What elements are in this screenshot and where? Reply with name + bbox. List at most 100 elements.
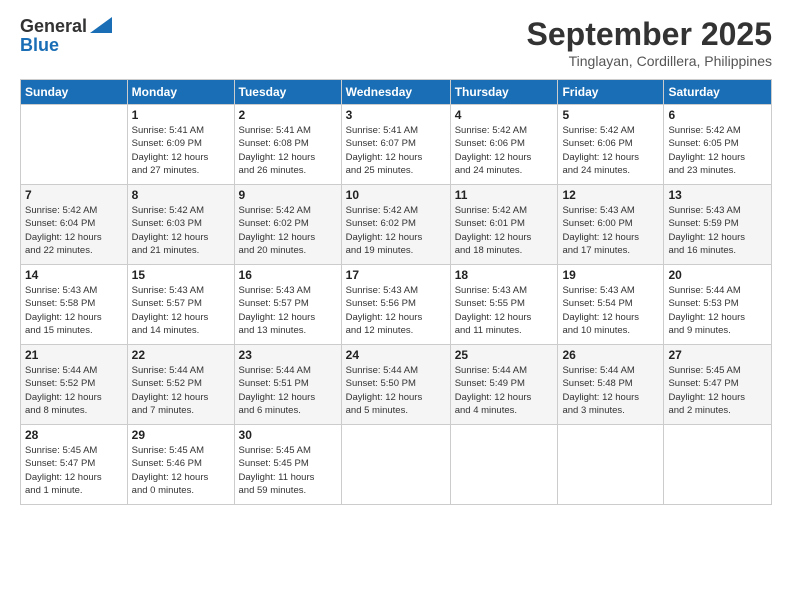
title-section: September 2025 Tinglayan, Cordillera, Ph… [527,16,772,69]
day-info-23: Sunrise: 5:44 AM Sunset: 5:51 PM Dayligh… [239,364,337,417]
cell-1-2: 9 Sunrise: 5:42 AM Sunset: 6:02 PM Daylig… [234,185,341,265]
day-number-22: 22 [132,348,230,362]
cell-3-6: 27 Sunrise: 5:45 AM Sunset: 5:47 PM Dayli… [664,345,772,425]
day-number-17: 17 [346,268,446,282]
cell-0-4: 4 Sunrise: 5:42 AM Sunset: 6:06 PM Daylig… [450,105,558,185]
day-number-11: 11 [455,188,554,202]
cell-0-0 [21,105,128,185]
cell-2-6: 20Sunrise: 5:44 AM Sunset: 5:53 PM Dayli… [664,265,772,345]
day-number-10: 10 [346,188,446,202]
week-row-4: 28 Sunrise: 5:45 AM Sunset: 5:47 PM Dayli… [21,425,772,505]
day-info-17: Sunrise: 5:43 AM Sunset: 5:56 PM Dayligh… [346,284,446,337]
cell-0-2: 2 Sunrise: 5:41 AM Sunset: 6:08 PM Daylig… [234,105,341,185]
cell-2-0: 14 Sunrise: 5:43 AM Sunset: 5:58 PM Dayli… [21,265,128,345]
day-info-22: Sunrise: 5:44 AM Sunset: 5:52 PM Dayligh… [132,364,230,417]
day-info-10: Sunrise: 5:42 AM Sunset: 6:02 PM Dayligh… [346,204,446,257]
cell-3-0: 21Sunrise: 5:44 AM Sunset: 5:52 PM Dayli… [21,345,128,425]
day-info-30: Sunrise: 5:45 AM Sunset: 5:45 PM Dayligh… [239,444,337,497]
day-info-11: Sunrise: 5:42 AM Sunset: 6:01 PM Dayligh… [455,204,554,257]
day-info-9: Sunrise: 5:42 AM Sunset: 6:02 PM Dayligh… [239,204,337,257]
cell-4-4 [450,425,558,505]
day-number-21: 21 [25,348,123,362]
day-info-28: Sunrise: 5:45 AM Sunset: 5:47 PM Dayligh… [25,444,123,497]
day-number-27: 27 [668,348,767,362]
week-row-3: 21 Sunrise: 5:44 AM Sunset: 5:52 PM Dayli… [21,345,772,425]
day-info-2: Sunrise: 5:41 AM Sunset: 6:08 PM Dayligh… [239,124,337,177]
day-number-28: 28 [25,428,123,442]
day-number-23: 23 [239,348,337,362]
day-info-29: Sunrise: 5:45 AM Sunset: 5:46 PM Dayligh… [132,444,230,497]
week-row-1: 7 Sunrise: 5:42 AM Sunset: 6:04 PM Daylig… [21,185,772,265]
day-number-25: 25 [455,348,554,362]
day-info-16: Sunrise: 5:43 AM Sunset: 5:57 PM Dayligh… [239,284,337,337]
day-info-3: Sunrise: 5:41 AM Sunset: 6:07 PM Dayligh… [346,124,446,177]
cell-0-1: 1Sunrise: 5:41 AM Sunset: 6:09 PM Daylig… [127,105,234,185]
cell-0-3: 3Sunrise: 5:41 AM Sunset: 6:07 PM Daylig… [341,105,450,185]
day-number-14: 14 [25,268,123,282]
cell-3-2: 23 Sunrise: 5:44 AM Sunset: 5:51 PM Dayli… [234,345,341,425]
day-number-8: 8 [132,188,230,202]
day-number-18: 18 [455,268,554,282]
cell-3-3: 24 Sunrise: 5:44 AM Sunset: 5:50 PM Dayli… [341,345,450,425]
header: General Blue September 2025 Tinglayan, C… [20,16,772,69]
day-number-16: 16 [239,268,337,282]
day-info-14: Sunrise: 5:43 AM Sunset: 5:58 PM Dayligh… [25,284,123,337]
day-number-30: 30 [239,428,337,442]
cell-3-4: 25 Sunrise: 5:44 AM Sunset: 5:49 PM Dayli… [450,345,558,425]
day-number-1: 1 [132,108,230,122]
cell-4-6 [664,425,772,505]
day-number-4: 4 [455,108,554,122]
cell-1-5: 12Sunrise: 5:43 AM Sunset: 6:00 PM Dayli… [558,185,664,265]
day-number-15: 15 [132,268,230,282]
cell-1-4: 11 Sunrise: 5:42 AM Sunset: 6:01 PM Dayli… [450,185,558,265]
day-info-7: Sunrise: 5:42 AM Sunset: 6:04 PM Dayligh… [25,204,123,257]
col-sunday: Sunday [21,80,128,105]
logo: General Blue [20,16,112,56]
location: Tinglayan, Cordillera, Philippines [527,53,772,69]
col-monday: Monday [127,80,234,105]
cell-2-1: 15 Sunrise: 5:43 AM Sunset: 5:57 PM Dayli… [127,265,234,345]
day-info-19: Sunrise: 5:43 AM Sunset: 5:54 PM Dayligh… [562,284,659,337]
day-info-24: Sunrise: 5:44 AM Sunset: 5:50 PM Dayligh… [346,364,446,417]
col-friday: Friday [558,80,664,105]
cell-4-1: 29 Sunrise: 5:45 AM Sunset: 5:46 PM Dayli… [127,425,234,505]
day-number-9: 9 [239,188,337,202]
day-number-5: 5 [562,108,659,122]
day-number-7: 7 [25,188,123,202]
calendar-header-row: Sunday Monday Tuesday Wednesday Thursday… [21,80,772,105]
day-number-2: 2 [239,108,337,122]
day-number-20: 20 [668,268,767,282]
day-info-13: Sunrise: 5:43 AM Sunset: 5:59 PM Dayligh… [668,204,767,257]
day-number-12: 12 [562,188,659,202]
day-info-4: Sunrise: 5:42 AM Sunset: 6:06 PM Dayligh… [455,124,554,177]
calendar: Sunday Monday Tuesday Wednesday Thursday… [20,79,772,505]
month-title: September 2025 [527,16,772,53]
cell-2-5: 19Sunrise: 5:43 AM Sunset: 5:54 PM Dayli… [558,265,664,345]
day-number-26: 26 [562,348,659,362]
day-info-6: Sunrise: 5:42 AM Sunset: 6:05 PM Dayligh… [668,124,767,177]
day-info-8: Sunrise: 5:42 AM Sunset: 6:03 PM Dayligh… [132,204,230,257]
cell-4-3 [341,425,450,505]
week-row-2: 14 Sunrise: 5:43 AM Sunset: 5:58 PM Dayli… [21,265,772,345]
day-number-24: 24 [346,348,446,362]
day-number-29: 29 [132,428,230,442]
day-info-26: Sunrise: 5:44 AM Sunset: 5:48 PM Dayligh… [562,364,659,417]
cell-2-2: 16 Sunrise: 5:43 AM Sunset: 5:57 PM Dayli… [234,265,341,345]
logo-general: General [20,16,87,37]
cell-4-5 [558,425,664,505]
cell-3-5: 26 Sunrise: 5:44 AM Sunset: 5:48 PM Dayli… [558,345,664,425]
cell-3-1: 22 Sunrise: 5:44 AM Sunset: 5:52 PM Dayli… [127,345,234,425]
col-thursday: Thursday [450,80,558,105]
cell-0-6: 6 Sunrise: 5:42 AM Sunset: 6:05 PM Daylig… [664,105,772,185]
logo-arrow-icon [90,17,112,33]
col-saturday: Saturday [664,80,772,105]
day-info-27: Sunrise: 5:45 AM Sunset: 5:47 PM Dayligh… [668,364,767,417]
day-number-6: 6 [668,108,767,122]
cell-1-6: 13 Sunrise: 5:43 AM Sunset: 5:59 PM Dayli… [664,185,772,265]
day-number-13: 13 [668,188,767,202]
cell-1-0: 7 Sunrise: 5:42 AM Sunset: 6:04 PM Daylig… [21,185,128,265]
cell-2-3: 17 Sunrise: 5:43 AM Sunset: 5:56 PM Dayli… [341,265,450,345]
day-info-25: Sunrise: 5:44 AM Sunset: 5:49 PM Dayligh… [455,364,554,417]
cell-0-5: 5Sunrise: 5:42 AM Sunset: 6:06 PM Daylig… [558,105,664,185]
day-info-15: Sunrise: 5:43 AM Sunset: 5:57 PM Dayligh… [132,284,230,337]
